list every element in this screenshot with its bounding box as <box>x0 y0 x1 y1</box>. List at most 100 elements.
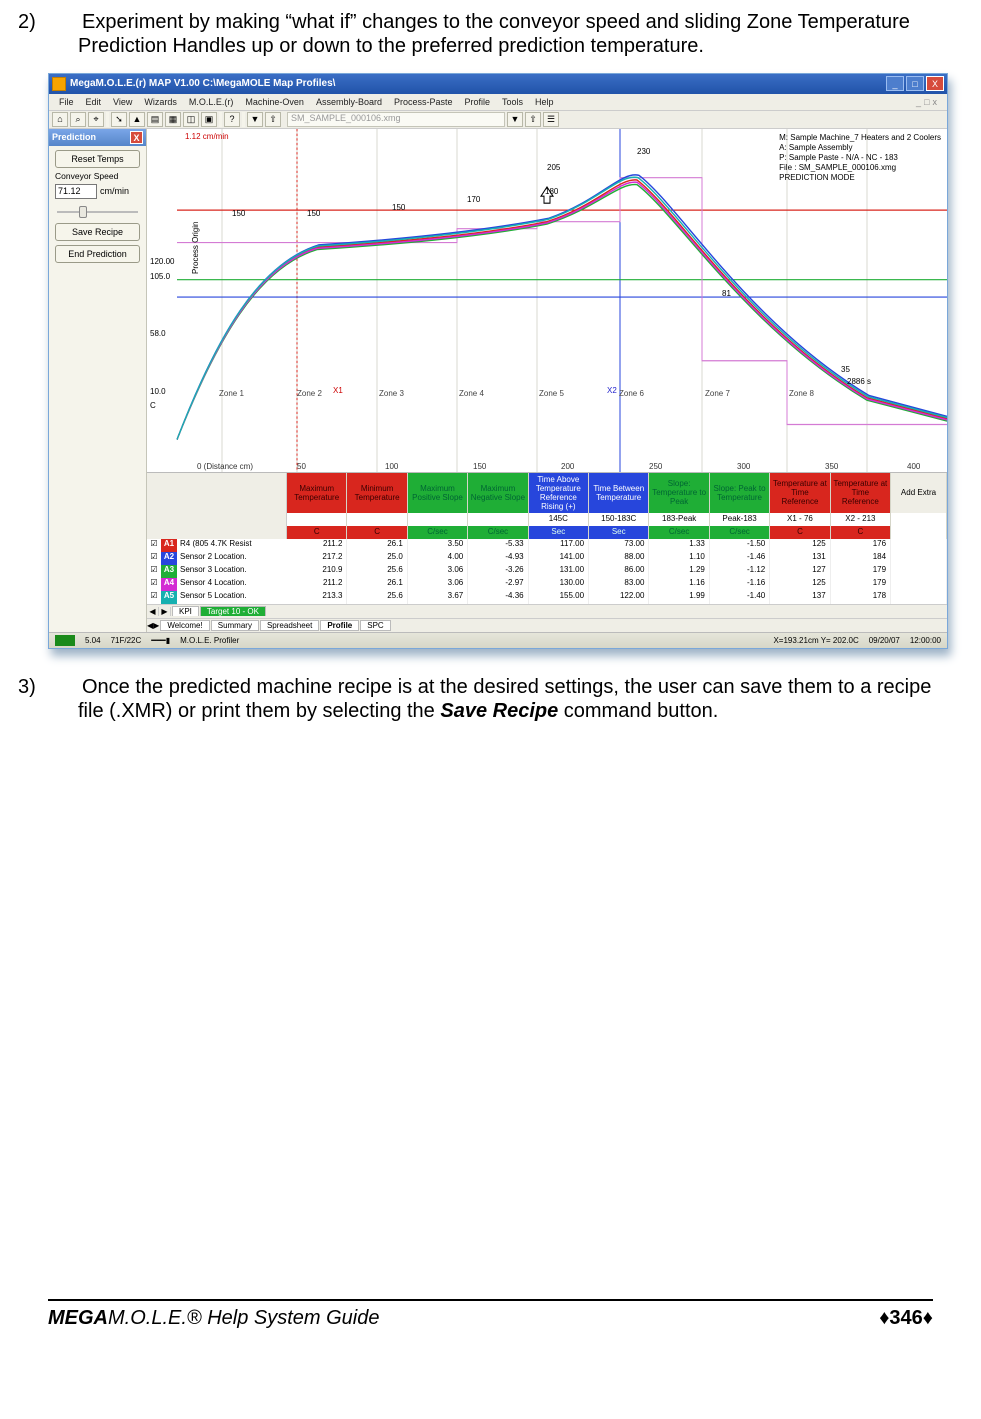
tool-down-icon[interactable]: ▼ <box>247 112 263 127</box>
menu-edit[interactable]: Edit <box>86 97 102 107</box>
table-row[interactable]: ☑A5Sensor 5 Location.213.325.63.67-4.361… <box>147 591 947 604</box>
table-row[interactable]: ☑A3Sensor 3 Location.210.925.63.06-3.261… <box>147 565 947 578</box>
grid-header-cell[interactable]: Maximum Positive Slope <box>408 473 468 513</box>
cell: -3.26 <box>468 565 528 578</box>
tool-up-icon[interactable]: ⇧ <box>265 112 281 127</box>
menu-tools[interactable]: Tools <box>502 97 523 107</box>
sheet-tab-summary[interactable]: Summary <box>211 620 259 631</box>
grid-ref-cell: X2 - 213 <box>831 513 891 526</box>
menu-process-paste[interactable]: Process-Paste <box>394 97 453 107</box>
menu-help[interactable]: Help <box>535 97 554 107</box>
grid-header-cell[interactable]: Time Between Temperature <box>589 473 649 513</box>
kpi-tab[interactable]: KPI <box>172 606 199 616</box>
row-checkbox[interactable]: ☑ <box>147 578 161 591</box>
row-checkbox[interactable]: ☑ <box>147 552 161 565</box>
menu-assembly[interactable]: Assembly-Board <box>316 97 382 107</box>
profile-chart[interactable]: 1.12 cm/min M: Sample Machine_7 Heaters … <box>147 129 947 472</box>
tool-right-a[interactable]: ⇧ <box>525 112 541 127</box>
separator <box>219 112 222 127</box>
grid-header-cell[interactable]: Slope: Temperature to Peak <box>649 473 709 513</box>
conveyor-speed-input[interactable] <box>55 184 97 199</box>
kpi-next-icon[interactable]: ▶ <box>159 607 171 616</box>
menu-wizards[interactable]: Wizards <box>144 97 177 107</box>
menu-profile[interactable]: Profile <box>465 97 491 107</box>
zoom-in-icon[interactable]: ⌕ <box>70 112 86 127</box>
sensor-tag: A2 <box>161 552 177 565</box>
table-row[interactable]: ☑A2Sensor 2 Location.217.225.04.00-4.931… <box>147 552 947 565</box>
row-checkbox[interactable]: ☑ <box>147 539 161 552</box>
menu-mole[interactable]: M.O.L.E.(r) <box>189 97 234 107</box>
zone-2: Zone 2 <box>297 389 322 398</box>
home-icon[interactable]: ⌂ <box>52 112 68 127</box>
xtick-250: 250 <box>649 462 662 471</box>
tool-icon-c[interactable]: ▤ <box>147 112 163 127</box>
sheet-tab-welcome![interactable]: Welcome! <box>160 620 209 631</box>
grid-header-cell[interactable]: Maximum Negative Slope <box>468 473 528 513</box>
ytick-10: 10.0 <box>150 387 166 396</box>
results-grid: Maximum TemperatureMinimum TemperatureMa… <box>147 472 947 604</box>
close-button[interactable]: X <box>926 76 944 91</box>
page-footer: MEGAM.O.L.E.® Help System Guide ♦346♦ <box>48 1299 933 1330</box>
tool-icon-d[interactable]: ▦ <box>165 112 181 127</box>
zone3-temp: 150 <box>392 203 405 212</box>
tool-right-b[interactable]: ☰ <box>543 112 559 127</box>
target-tab[interactable]: Target 10 - OK <box>200 606 266 616</box>
zone7-temp: 81 <box>722 289 731 298</box>
grid-header-cell[interactable]: Temperature at Time Reference <box>831 473 891 513</box>
mdi-min-icon[interactable]: _ <box>916 97 921 107</box>
add-extra-button[interactable]: Add Extra <box>891 473 947 513</box>
grid-header-cell[interactable]: Time Above Temperature Reference Rising … <box>529 473 589 513</box>
cell: 178 <box>831 591 891 604</box>
sensor-name: Sensor 2 Location. <box>177 552 287 565</box>
xtick-50: 50 <box>297 462 306 471</box>
zoom-out-icon[interactable]: ⌖ <box>88 112 104 127</box>
conveyor-speed-label: Conveyor Speed <box>55 171 140 181</box>
info-box: M: Sample Machine_7 Heaters and 2 Cooler… <box>779 133 941 183</box>
sheet-tab-profile[interactable]: Profile <box>320 620 359 631</box>
combo-drop-icon[interactable]: ▼ <box>507 112 523 127</box>
grid-header-cell[interactable]: Slope: Peak to Temperature <box>710 473 770 513</box>
save-recipe-button[interactable]: Save Recipe <box>55 223 140 241</box>
sheet-tab-spc[interactable]: SPC <box>360 620 390 631</box>
grid-header-cell[interactable]: Minimum Temperature <box>347 473 407 513</box>
cell: 141.00 <box>529 552 589 565</box>
profile-file-combo[interactable]: SM_SAMPLE_000106.xmg <box>287 112 505 127</box>
status-time: 12:00:00 <box>910 636 941 645</box>
cell: -5.33 <box>468 539 528 552</box>
sheet-tab-spreadsheet[interactable]: Spreadsheet <box>260 620 319 631</box>
minimize-button[interactable]: _ <box>886 76 904 91</box>
help-icon[interactable]: ? <box>224 112 240 127</box>
menu-file[interactable]: File <box>59 97 74 107</box>
cell: 1.99 <box>649 591 709 604</box>
xtick-0: 0 (Distance cm) <box>197 462 253 471</box>
reset-temps-button[interactable]: Reset Temps <box>55 150 140 168</box>
cell: -1.40 <box>710 591 770 604</box>
cell: 122.00 <box>589 591 649 604</box>
mdi-max-icon[interactable]: □ <box>924 97 929 107</box>
end-prediction-button[interactable]: End Prediction <box>55 245 140 263</box>
table-row[interactable]: ☑A1R4 (805 4.7K Resist211.226.13.50-5.33… <box>147 539 947 552</box>
speed-slider[interactable] <box>57 205 138 219</box>
tool-icon-b[interactable]: ▲ <box>129 112 145 127</box>
xtick-400: 400 <box>907 462 920 471</box>
menu-machine-oven[interactable]: Machine-Oven <box>245 97 304 107</box>
cell: 73.00 <box>589 539 649 552</box>
row-checkbox[interactable]: ☑ <box>147 591 161 604</box>
mdi-close-icon[interactable]: x <box>933 97 938 107</box>
row-checkbox[interactable]: ☑ <box>147 565 161 578</box>
grid-header-cell[interactable]: Temperature at Time Reference <box>770 473 830 513</box>
menu-view[interactable]: View <box>113 97 132 107</box>
app-icon <box>52 77 66 91</box>
tool-icon-e[interactable]: ◫ <box>183 112 199 127</box>
prediction-panel: Prediction X Reset Temps Conveyor Speed … <box>49 129 147 632</box>
panel-close-icon[interactable]: X <box>130 131 143 144</box>
maximize-button[interactable]: □ <box>906 76 924 91</box>
zone5-temp: 180 <box>545 187 558 196</box>
tool-icon-f[interactable]: ▣ <box>201 112 217 127</box>
kpi-prev-icon[interactable]: ◀ <box>147 607 159 616</box>
table-row[interactable]: ☑A4Sensor 4 Location.211.226.13.06-2.971… <box>147 578 947 591</box>
grid-ref-cell: 150-183C <box>589 513 649 526</box>
cell: 25.0 <box>347 552 407 565</box>
grid-header-cell[interactable]: Maximum Temperature <box>287 473 347 513</box>
tool-icon-a[interactable]: ➘ <box>111 112 127 127</box>
